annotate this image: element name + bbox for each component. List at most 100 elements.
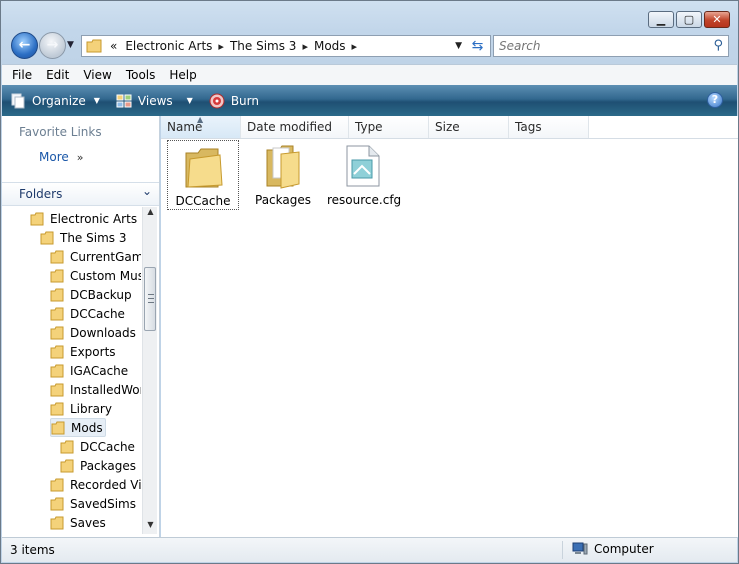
- tree-item[interactable]: DCCache: [60, 437, 135, 456]
- config-file-icon: [346, 145, 380, 187]
- tree-item[interactable]: Packages: [60, 456, 136, 475]
- organize-button[interactable]: Organize ▼: [10, 93, 100, 109]
- tree-item[interactable]: Recorded Vid: [50, 475, 141, 494]
- tree-item[interactable]: Custom Musi: [50, 266, 141, 285]
- more-label: More: [39, 150, 69, 164]
- back-arrow-icon: ←: [18, 37, 31, 53]
- tree-item-label: Saves: [70, 515, 106, 530]
- organize-dropdown-icon: ▼: [93, 96, 100, 105]
- tree-item-label: Library: [70, 401, 112, 416]
- refresh-button[interactable]: ⇆: [465, 35, 491, 57]
- recent-pages-dropdown-icon[interactable]: ▼: [67, 40, 74, 50]
- tree-item[interactable]: The Sims 3: [40, 228, 126, 247]
- tree-item-label: Recorded Vid: [70, 477, 141, 492]
- tree-item[interactable]: SavedSims: [50, 494, 136, 513]
- burn-button[interactable]: Burn: [209, 93, 259, 109]
- tree-item[interactable]: InstalledWorl: [50, 380, 141, 399]
- breadcrumb-separator-icon[interactable]: ▸: [352, 40, 358, 53]
- folder-icon: [60, 459, 74, 472]
- tree-item[interactable]: DCCache: [50, 304, 125, 323]
- address-dropdown-icon[interactable]: ▼: [455, 41, 462, 51]
- tree-item[interactable]: Downloads: [50, 323, 136, 342]
- column-date-modified[interactable]: Date modified: [241, 116, 349, 138]
- tree-item-label: DCCache: [80, 439, 135, 454]
- scroll-up-icon[interactable]: ▲: [143, 207, 158, 221]
- help-icon: ?: [711, 93, 719, 106]
- folder-icon: [50, 288, 64, 301]
- help-button[interactable]: ?: [707, 92, 723, 108]
- folders-header[interactable]: Folders ⌄: [2, 182, 159, 206]
- column-tags[interactable]: Tags: [509, 116, 589, 138]
- column-size[interactable]: Size: [429, 116, 509, 138]
- menu-edit[interactable]: Edit: [46, 68, 69, 82]
- tree-item[interactable]: Saves: [50, 513, 106, 532]
- file-item-packages[interactable]: Packages: [247, 140, 319, 210]
- breadcrumb-separator-icon[interactable]: ▸: [218, 40, 224, 53]
- tree-item-label: DCBackup: [70, 287, 132, 302]
- breadcrumb-overflow-icon[interactable]: «: [110, 39, 117, 53]
- close-button[interactable]: ✕: [704, 11, 730, 28]
- status-divider: [562, 541, 563, 559]
- open-folder-icon: [266, 145, 300, 189]
- column-size-label: Size: [435, 120, 460, 134]
- tree-item[interactable]: Exports: [50, 342, 116, 361]
- tree-item[interactable]: CurrentGame: [50, 247, 141, 266]
- maximize-icon: ▢: [683, 13, 695, 26]
- item-count: 3 items: [10, 543, 55, 557]
- breadcrumb-mods[interactable]: Mods: [314, 39, 346, 53]
- breadcrumb-separator-icon[interactable]: ▸: [302, 40, 308, 53]
- views-button[interactable]: Views ▼: [116, 93, 193, 109]
- tree-item-label: Custom Musi: [70, 268, 141, 283]
- column-type[interactable]: Type: [349, 116, 429, 138]
- folder-icon: [50, 269, 64, 282]
- favorite-links-title: Favorite Links: [19, 125, 102, 139]
- menu-file[interactable]: File: [12, 68, 32, 82]
- tree-item-label: Electronic Arts: [50, 211, 138, 226]
- tree-item[interactable]: DCBackup: [50, 285, 132, 304]
- address-bar[interactable]: « Electronic Arts ▸ The Sims 3 ▸ Mods ▸ …: [81, 35, 467, 57]
- file-list-area[interactable]: ▲ Name Date modified Type Size Tags DCCa…: [161, 115, 738, 537]
- search-box[interactable]: ⚲: [493, 35, 729, 57]
- search-input[interactable]: [494, 36, 694, 56]
- tree-item-label: DCCache: [70, 306, 125, 321]
- file-item-dccache[interactable]: DCCache: [167, 140, 239, 210]
- views-icon: [116, 94, 132, 107]
- folders-title: Folders: [19, 187, 63, 201]
- file-name: resource.cfg: [327, 193, 402, 207]
- folder-icon: [51, 421, 65, 434]
- folder-icon: [50, 250, 64, 263]
- sort-ascending-icon: ▲: [197, 115, 204, 124]
- forward-button[interactable]: →: [39, 32, 66, 59]
- organize-icon: [11, 93, 25, 108]
- file-item-resource-cfg[interactable]: resource.cfg: [327, 140, 402, 210]
- folder-icon: [50, 497, 64, 510]
- column-name[interactable]: ▲ Name: [161, 115, 241, 138]
- maximize-button[interactable]: ▢: [676, 11, 702, 28]
- organize-label: Organize: [32, 93, 86, 108]
- menu-help[interactable]: Help: [169, 68, 196, 82]
- menu-view[interactable]: View: [83, 68, 111, 82]
- file-name: DCCache: [175, 194, 231, 208]
- column-headers: ▲ Name Date modified Type Size Tags: [161, 115, 738, 139]
- breadcrumb-the-sims-3[interactable]: The Sims 3: [230, 39, 296, 53]
- back-button[interactable]: ←: [11, 32, 38, 59]
- scroll-down-icon[interactable]: ▼: [143, 520, 158, 534]
- tree-scrollbar[interactable]: ▲ ▼: [142, 207, 157, 534]
- tree-item[interactable]: Library: [50, 399, 112, 418]
- tree-item[interactable]: Mods: [50, 418, 106, 437]
- folder-icon: [50, 345, 64, 358]
- collapse-chevron-icon[interactable]: ⌄: [142, 184, 152, 198]
- breadcrumb-electronic-arts[interactable]: Electronic Arts: [125, 39, 212, 53]
- minimize-button[interactable]: ▁: [648, 11, 674, 28]
- more-links-button[interactable]: More »: [39, 150, 83, 164]
- scroll-thumb[interactable]: [144, 267, 156, 331]
- tree-item[interactable]: Electronic Arts: [30, 209, 137, 228]
- file-name: Packages: [255, 193, 311, 207]
- views-dropdown-icon: ▼: [186, 96, 193, 105]
- location-label: Computer: [594, 542, 654, 556]
- folder-icon: [50, 402, 64, 415]
- menu-tools[interactable]: Tools: [126, 68, 156, 82]
- tree-item[interactable]: IGACache: [50, 361, 128, 380]
- computer-icon: [572, 542, 588, 555]
- search-icon[interactable]: ⚲: [713, 38, 723, 53]
